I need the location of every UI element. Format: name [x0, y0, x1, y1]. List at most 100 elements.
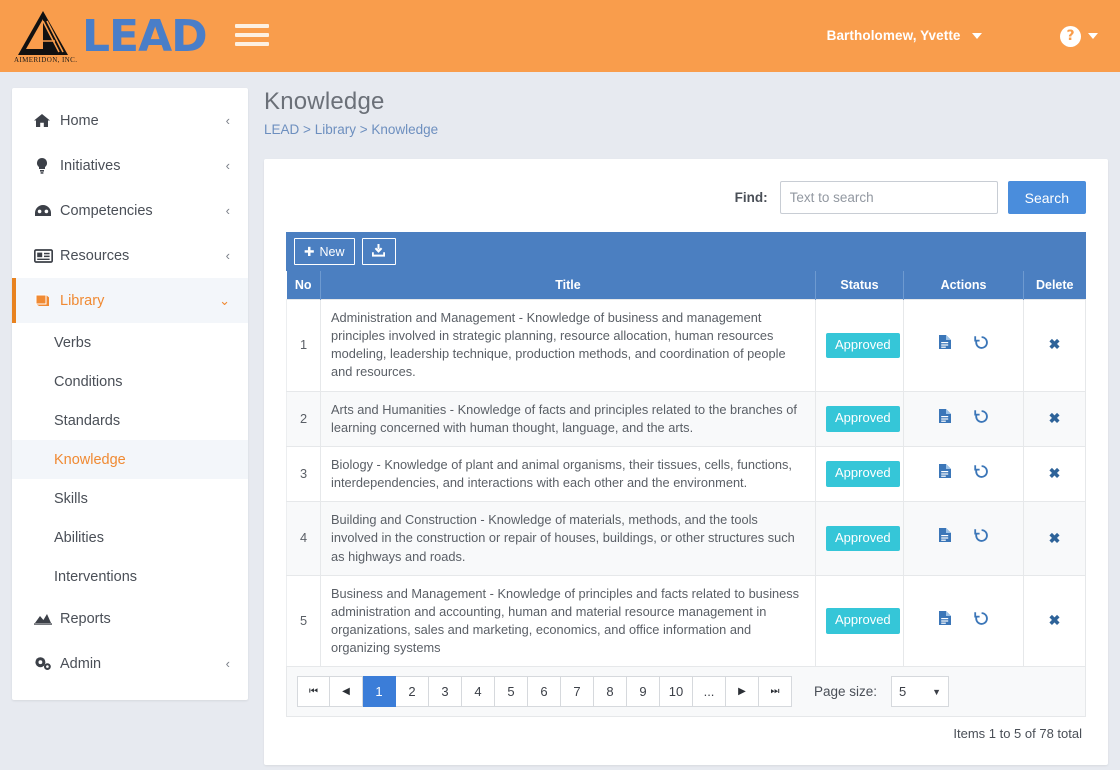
sidebar-item-resources[interactable]: Resources ‹ [12, 233, 248, 278]
pagination-page-5[interactable]: 5 [495, 676, 528, 708]
document-icon[interactable] [938, 463, 956, 483]
cell-title: Arts and Humanities - Knowledge of facts… [320, 390, 816, 447]
table-row[interactable]: 1 Administration and Management - Knowle… [286, 299, 1086, 392]
status-badge: Approved [826, 461, 900, 487]
download-icon [371, 243, 386, 260]
delete-icon[interactable]: ✖ [1049, 410, 1061, 426]
column-header-status[interactable]: Status [815, 271, 904, 300]
sidebar-subitem-skills[interactable]: Skills [12, 479, 248, 518]
pagination-last-button[interactable]: ⏭ [759, 676, 792, 708]
sidebar-subitem-standards[interactable]: Standards [12, 401, 248, 440]
pagination-page-1[interactable]: 1 [363, 676, 396, 708]
pagination-page-8[interactable]: 8 [594, 676, 627, 708]
chevron-left-icon: ‹ [225, 158, 230, 173]
cell-status: Approved [815, 574, 904, 668]
brand-logo[interactable]: AIMERIDON, INC. LEAD [12, 7, 208, 65]
chevron-down-icon: ⌄ [219, 292, 230, 308]
sidebar-item-label: Resources [60, 247, 130, 264]
breadcrumb-link-knowledge[interactable]: Knowledge [371, 122, 438, 137]
cell-title: Business and Management - Knowledge of p… [320, 574, 816, 668]
table-row[interactable]: 4 Building and Construction - Knowledge … [286, 501, 1086, 576]
sidebar-subitem-interventions[interactable]: Interventions [12, 557, 248, 596]
document-icon[interactable] [938, 335, 956, 354]
pagination-page-2[interactable]: 2 [396, 676, 429, 708]
table-row[interactable]: 3 Biology - Knowledge of plant and anima… [286, 445, 1086, 503]
breadcrumb-link-lead[interactable]: LEAD [264, 122, 299, 137]
home-icon [34, 113, 60, 128]
sidebar-item-library[interactable]: Library ⌄ [12, 278, 248, 323]
delete-icon[interactable]: ✖ [1049, 465, 1061, 481]
sidebar-item-initiatives[interactable]: Initiatives ‹ [12, 143, 248, 188]
pagination-next-button[interactable]: ▶ [726, 676, 759, 708]
new-button[interactable]: ✚ New [294, 238, 355, 265]
pagination-first-button[interactable]: ⏮ [297, 676, 330, 708]
status-badge: Approved [826, 525, 900, 552]
pagination-page-7[interactable]: 7 [561, 676, 594, 708]
page-size-select[interactable]: 5 ▼ [891, 676, 950, 708]
sidebar-subitem-label: Interventions [54, 568, 138, 585]
sidebar-subitem-verbs[interactable]: Verbs [12, 323, 248, 362]
hamburger-icon[interactable] [234, 19, 269, 51]
sidebar-item-home[interactable]: Home ‹ [12, 98, 248, 143]
breadcrumb-link-library[interactable]: Library [315, 122, 356, 137]
find-label: Find: [734, 190, 768, 205]
column-header-delete[interactable]: Delete [1023, 271, 1086, 300]
document-icon[interactable] [938, 528, 956, 547]
history-icon[interactable] [974, 612, 989, 630]
breadcrumb-separator: > [359, 122, 368, 137]
table-head: No Title Status Actions Delete [286, 271, 1086, 300]
hamburger-bar [234, 33, 269, 37]
sidebar-item-admin[interactable]: Admin ‹ [12, 641, 248, 686]
pagination-page-6[interactable]: 6 [528, 676, 561, 708]
pagination-bar: ⏮ ◀ 1 2 3 4 5 6 7 8 9 10 ... ▶ ⏭ Page si… [286, 667, 1086, 718]
history-icon[interactable] [974, 529, 989, 547]
sidebar-subitem-conditions[interactable]: Conditions [12, 362, 248, 401]
table-row[interactable]: 5 Business and Management - Knowledge of… [286, 574, 1086, 668]
page-title: Knowledge [264, 88, 385, 115]
table-header-row: No Title Status Actions Delete [286, 271, 1086, 300]
export-button[interactable] [361, 238, 396, 265]
pagination-page-10[interactable]: 10 [660, 676, 693, 708]
sidebar-subitem-knowledge[interactable]: Knowledge [12, 440, 248, 479]
sidebar-subitem-abilities[interactable]: Abilities [12, 518, 248, 557]
pagination-page-9[interactable]: 9 [627, 676, 660, 708]
knowledge-table: No Title Status Actions Delete 1 Adminis… [286, 271, 1086, 668]
help-icon: ? [1060, 25, 1081, 47]
help-menu[interactable]: ? [1060, 25, 1098, 47]
column-header-no[interactable]: No [286, 271, 321, 300]
sidebar-item-reports[interactable]: Reports [12, 596, 248, 641]
history-icon[interactable] [974, 465, 989, 483]
pagination-page-3[interactable]: 3 [429, 676, 462, 708]
column-header-actions[interactable]: Actions [903, 271, 1024, 300]
document-icon[interactable] [938, 610, 956, 630]
document-icon[interactable] [938, 408, 956, 428]
status-badge: Approved [826, 406, 900, 432]
cell-no: 3 [286, 445, 321, 503]
delete-icon[interactable]: ✖ [1049, 612, 1061, 628]
sidebar-item-label: Initiatives [60, 157, 121, 174]
search-input[interactable] [779, 181, 998, 214]
cell-no: 4 [286, 501, 321, 576]
competency-icon [34, 204, 60, 218]
cell-actions [903, 390, 1024, 447]
user-menu[interactable]: Bartholomew, Yvette [827, 27, 982, 45]
sidebar-subitem-label: Conditions [54, 373, 123, 390]
column-header-title[interactable]: Title [320, 271, 816, 300]
history-icon[interactable] [974, 336, 989, 354]
pagination-page-4[interactable]: 4 [462, 676, 495, 708]
cell-no: 5 [286, 574, 321, 668]
chart-icon [34, 612, 60, 625]
table-row[interactable]: 2 Arts and Humanities - Knowledge of fac… [286, 390, 1086, 447]
sidebar-item-label: Admin [60, 655, 102, 672]
cell-status: Approved [815, 390, 904, 447]
history-icon[interactable] [974, 409, 989, 428]
pagination-prev-button[interactable]: ◀ [330, 676, 363, 708]
cell-title: Biology - Knowledge of plant and animal … [320, 445, 816, 503]
plus-icon: ✚ [304, 245, 315, 259]
lightbulb-icon [34, 157, 60, 174]
delete-icon[interactable]: ✖ [1049, 530, 1061, 546]
delete-icon[interactable]: ✖ [1049, 336, 1061, 352]
pagination-ellipsis[interactable]: ... [693, 676, 726, 708]
sidebar-item-competencies[interactable]: Competencies ‹ [12, 188, 248, 233]
search-button[interactable]: Search [1007, 181, 1086, 214]
